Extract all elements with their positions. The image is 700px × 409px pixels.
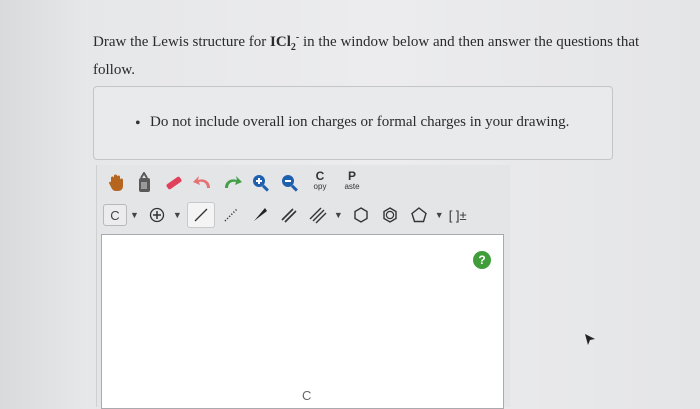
canvas-bottom-label: C — [302, 388, 312, 403]
zoom-out-icon[interactable] — [277, 171, 303, 195]
bullet: • — [135, 115, 141, 132]
double-bond-icon[interactable] — [276, 203, 302, 227]
wedge-bond-icon[interactable] — [247, 203, 273, 227]
triple-bond-icon[interactable] — [305, 203, 331, 227]
element-selector[interactable]: C — [103, 204, 127, 226]
drawing-canvas[interactable]: ? C — [101, 234, 504, 409]
hand-icon[interactable] — [103, 171, 129, 195]
question-text: Draw the Lewis structure for ICl2- in th… — [93, 27, 683, 81]
paste-button[interactable]: P aste — [338, 170, 366, 196]
single-bond-icon[interactable] — [186, 202, 215, 228]
instructions-box: • Do not include overall ion charges or … — [93, 86, 613, 160]
ring-dropdown-icon[interactable]: ▼ — [435, 210, 444, 220]
mouse-cursor-icon — [584, 333, 596, 352]
cyclohexane-icon[interactable] — [348, 203, 374, 227]
instruction-text: Do not include overall ion charges or fo… — [150, 114, 570, 130]
bracket-tool[interactable]: [ ]± — [449, 208, 467, 223]
cyclopentane-icon[interactable] — [406, 203, 432, 227]
question-prefix: Draw the Lewis structure for — [93, 34, 271, 50]
copy-button[interactable]: C opy — [306, 170, 334, 196]
element-dropdown-icon[interactable]: ▼ — [130, 210, 139, 220]
undo-icon[interactable] — [190, 171, 216, 195]
lasso-select-icon[interactable] — [132, 171, 158, 195]
charge-plus-icon[interactable] — [144, 203, 170, 227]
help-icon[interactable]: ? — [473, 251, 491, 269]
benzene-icon[interactable] — [377, 203, 403, 227]
formula: ICl2- — [270, 32, 300, 53]
zoom-in-icon[interactable] — [248, 171, 274, 195]
charge-dropdown-icon[interactable]: ▼ — [173, 210, 182, 220]
eraser-icon[interactable] — [161, 171, 187, 195]
toolbar-row-1: C opy P aste — [103, 169, 370, 197]
toolbar-row-2: C ▼ ▼ ▼ ▼ [ ]± — [103, 201, 467, 229]
bond-dropdown-icon[interactable]: ▼ — [334, 210, 343, 220]
hashed-bond-icon[interactable] — [218, 203, 244, 227]
redo-icon[interactable] — [219, 171, 245, 195]
